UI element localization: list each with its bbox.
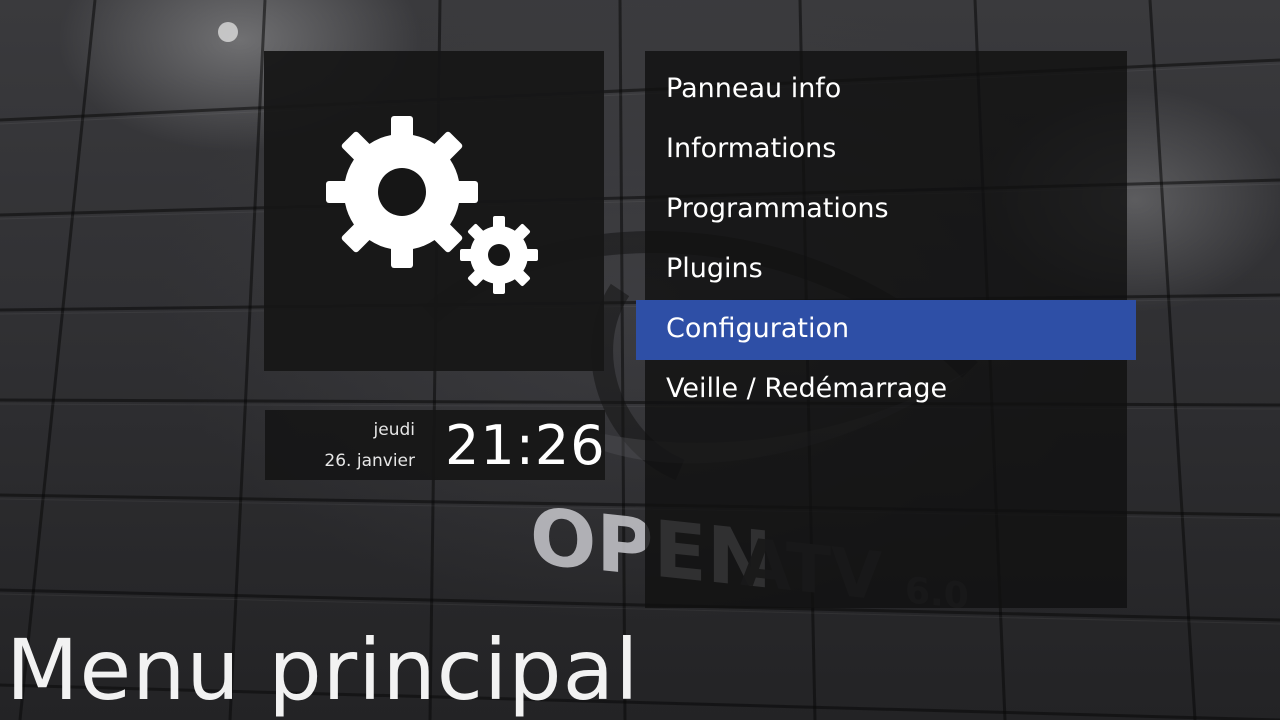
menu-item-veille-redemarrage[interactable]: Veille / Redémarrage xyxy=(645,360,1127,420)
time-label: 21:26 xyxy=(445,414,606,477)
main-menu-panel: Panneau info Informations Programmations… xyxy=(636,51,1136,608)
screen: OPEN ATV 6.0 xyxy=(0,0,1280,720)
menu-item-configuration[interactable]: Configuration xyxy=(636,300,1136,360)
menu-item-panneau-info[interactable]: Panneau info xyxy=(645,60,1127,120)
menu-item-plugins[interactable]: Plugins xyxy=(645,240,1127,300)
gears-icon xyxy=(326,116,538,294)
weekday-label: jeudi xyxy=(373,420,415,440)
page-title: Menu principal xyxy=(6,621,640,719)
date-label: 26. janvier xyxy=(324,451,415,471)
menu-icon-panel xyxy=(264,51,604,371)
menu-item-informations[interactable]: Informations xyxy=(645,120,1127,180)
spotlight-icon xyxy=(218,22,238,42)
clock-panel: jeudi 26. janvier 21:26 xyxy=(265,410,605,480)
menu-item-programmations[interactable]: Programmations xyxy=(645,180,1127,240)
